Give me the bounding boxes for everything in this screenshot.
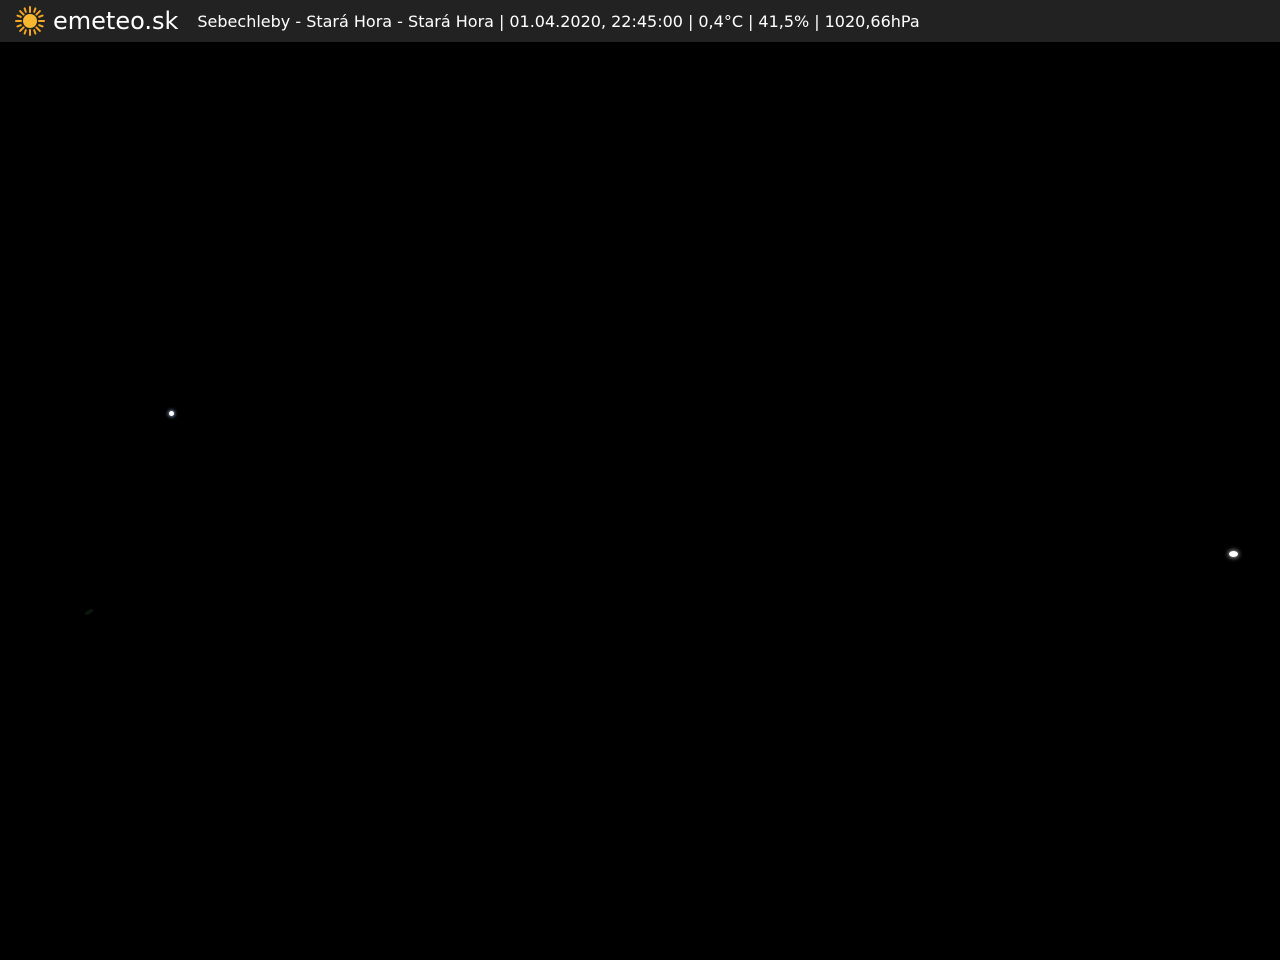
separator: |	[498, 11, 505, 31]
info-bar: emeteo.sk Sebechleby - Stará Hora - Star…	[0, 0, 1280, 42]
distant-light	[169, 411, 174, 416]
sun-icon	[15, 6, 45, 36]
location-name: Sebechleby - Stará Hora - Stará Hora	[197, 11, 494, 31]
temperature-value: 0,4°C	[698, 11, 743, 31]
webcam-frame: emeteo.sk Sebechleby - Stará Hora - Star…	[0, 0, 1280, 960]
pressure-value: 1020,66hPa	[824, 11, 920, 31]
separator: |	[814, 11, 820, 31]
emeteo-logo: emeteo.sk	[14, 5, 178, 37]
faint-glint	[83, 607, 95, 617]
separator: |	[748, 11, 754, 31]
webcam-caption: Sebechleby - Stará Hora - Stará Hora | 0…	[197, 12, 919, 31]
webcam-image	[0, 42, 1280, 960]
humidity-value: 41,5%	[758, 11, 810, 31]
timestamp: 01.04.2020, 22:45:00	[509, 11, 683, 31]
brand-name: emeteo.sk	[53, 7, 179, 35]
distant-light	[1229, 551, 1238, 557]
separator: |	[687, 11, 694, 31]
